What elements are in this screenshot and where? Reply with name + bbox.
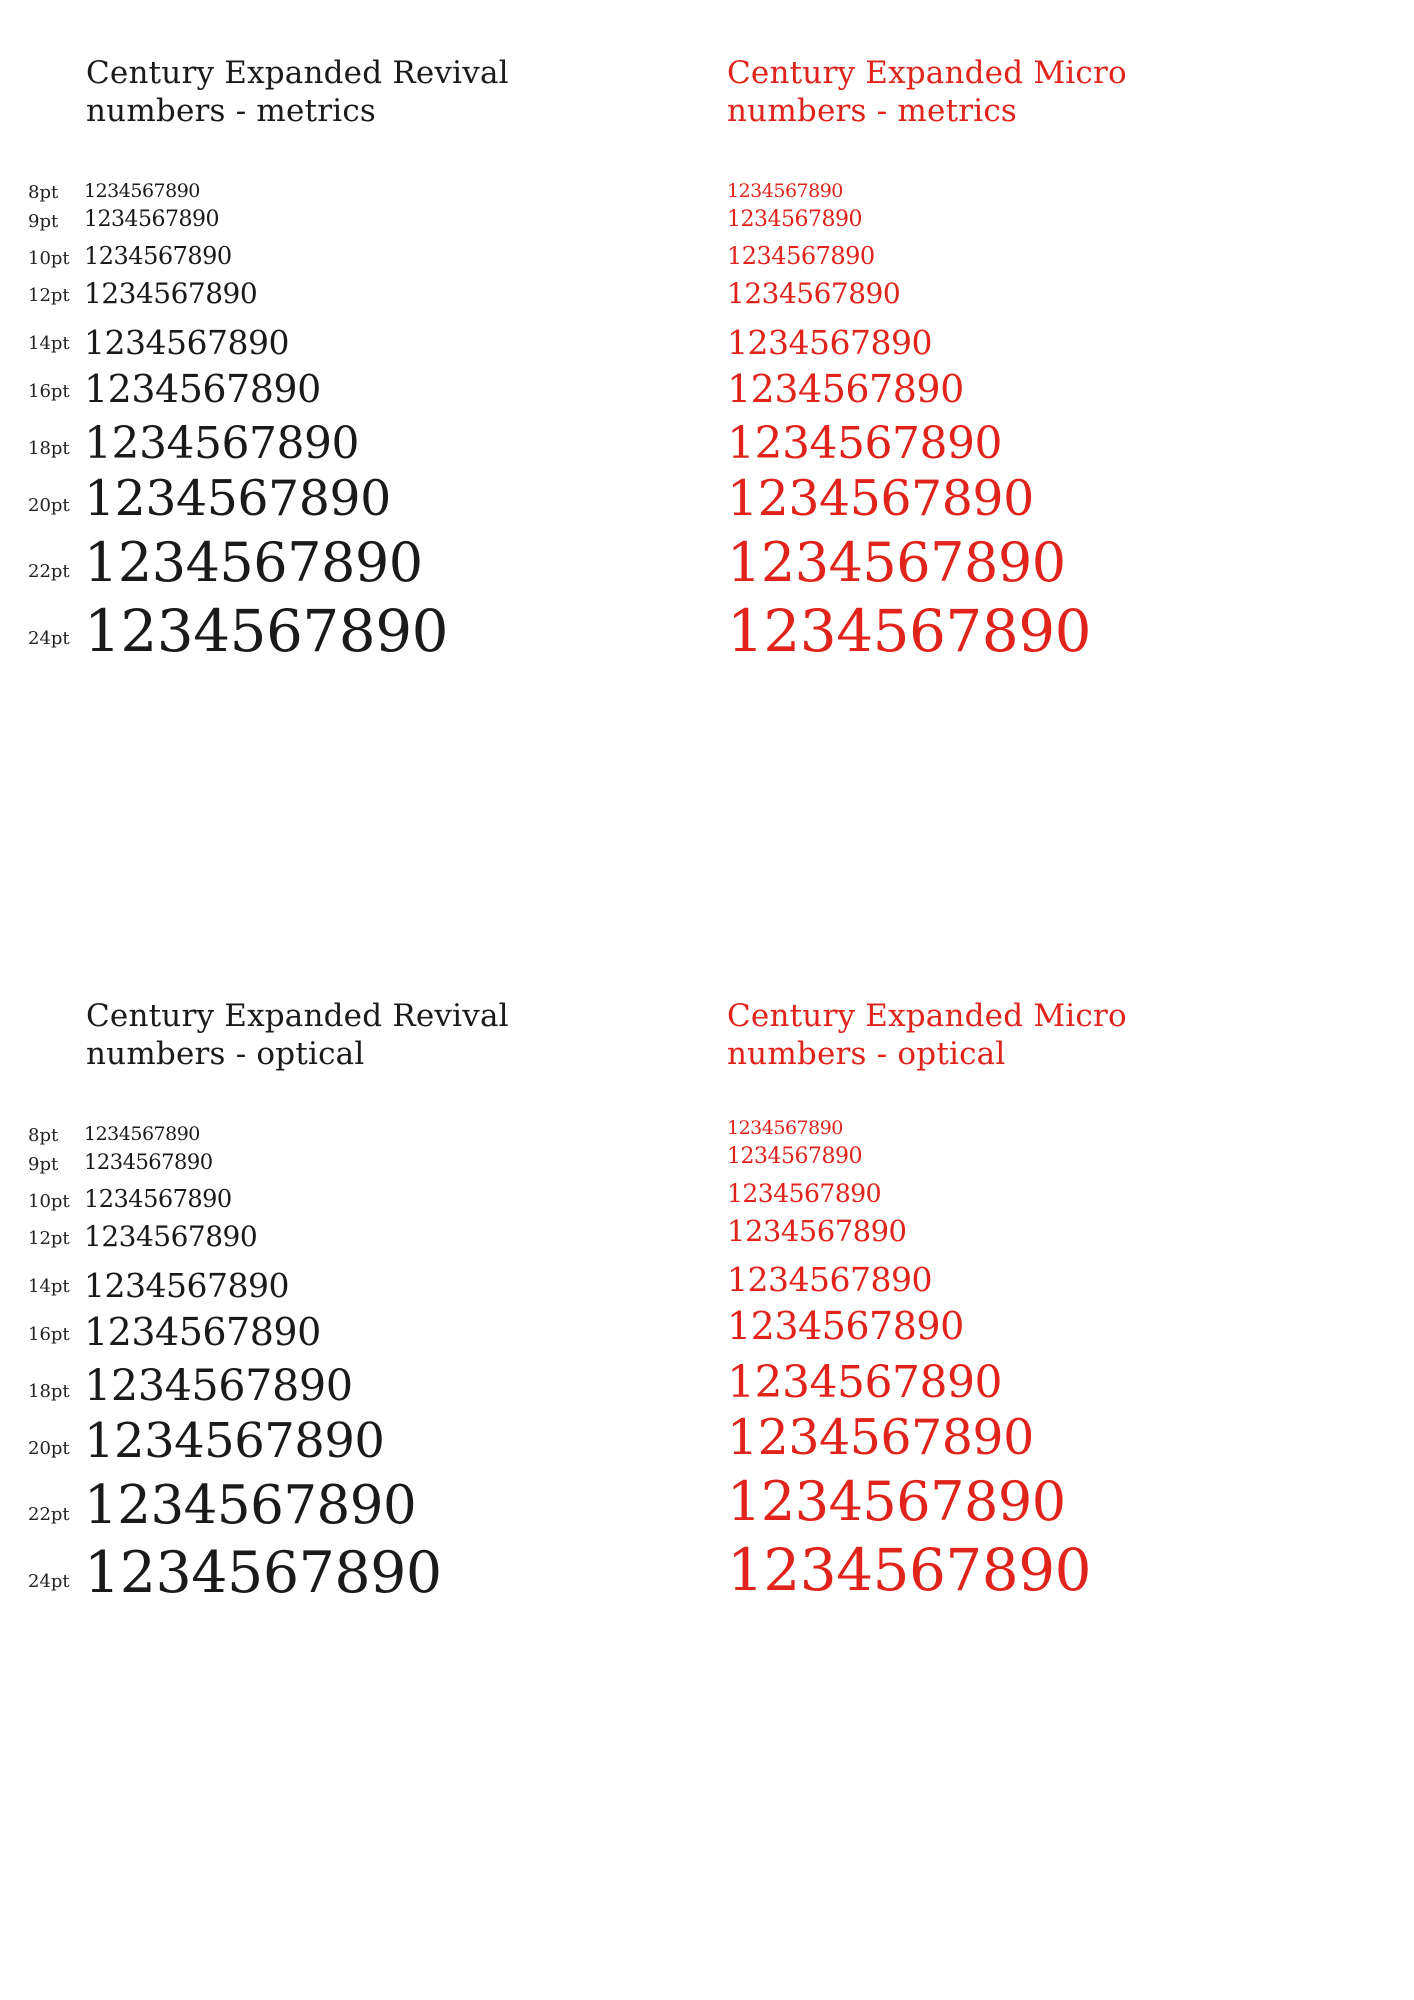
micro-optical-panel: Century Expanded Micro numbers - optical… xyxy=(727,945,1287,1645)
sample-digits: 1234567890 xyxy=(727,1409,1034,1466)
sample-digits: 1234567890 xyxy=(727,597,1092,665)
size-label: 22pt xyxy=(28,561,70,582)
size-label: 24pt xyxy=(28,1571,70,1592)
sample-digits: 1234567890 xyxy=(727,1470,1066,1533)
sample-digits: 1234567890 xyxy=(727,1260,932,1299)
sample-digits: 1234567890 xyxy=(84,470,391,527)
sample-digits: 1234567890 xyxy=(727,323,932,362)
revival-optical-subtitle: numbers - optical xyxy=(86,1036,365,1072)
size-label: 18pt xyxy=(28,438,70,459)
size-label: 12pt xyxy=(28,1228,70,1249)
sample-digits: 1234567890 xyxy=(727,1214,907,1248)
sample-digits: 1234567890 xyxy=(727,470,1034,527)
sample-digits: 1234567890 xyxy=(727,531,1066,594)
size-label: 22pt xyxy=(28,1504,70,1525)
size-label: 8pt xyxy=(28,182,59,203)
sample-digits: 1234567890 xyxy=(84,277,258,310)
micro-optical-subtitle: numbers - optical xyxy=(727,1036,1006,1072)
sample-digits: 1234567890 xyxy=(84,1123,200,1145)
micro-metrics-panel: Century Expanded Micro numbers - metrics… xyxy=(727,0,1287,700)
sample-digits: 1234567890 xyxy=(727,367,964,411)
sample-digits: 1234567890 xyxy=(84,597,449,665)
sample-digits: 1234567890 xyxy=(84,1540,442,1606)
sample-digits: 1234567890 xyxy=(84,367,321,411)
size-label: 16pt xyxy=(28,381,70,402)
sample-digits: 1234567890 xyxy=(84,1266,289,1305)
sample-digits: 1234567890 xyxy=(727,418,1002,469)
micro-optical-title: Century Expanded Micro xyxy=(727,998,1127,1034)
sample-digits: 1234567890 xyxy=(727,1357,1002,1408)
size-label: 12pt xyxy=(28,285,70,306)
sample-digits: 1234567890 xyxy=(727,1536,1092,1604)
sample-digits: 1234567890 xyxy=(84,418,359,469)
sample-digits: 1234567890 xyxy=(727,242,875,270)
sample-digits: 1234567890 xyxy=(727,1144,862,1169)
sample-digits: 1234567890 xyxy=(84,1310,321,1354)
size-label: 16pt xyxy=(28,1324,70,1345)
size-label: 8pt xyxy=(28,1125,59,1146)
size-label: 20pt xyxy=(28,1438,70,1459)
sample-digits: 1234567890 xyxy=(84,180,200,202)
sample-digits: 1234567890 xyxy=(727,180,843,202)
sample-digits: 1234567890 xyxy=(84,1185,232,1213)
sample-digits: 1234567890 xyxy=(727,1179,882,1208)
sample-digits: 1234567890 xyxy=(84,207,219,232)
sample-digits: 1234567890 xyxy=(84,1361,353,1411)
size-label: 14pt xyxy=(28,1276,70,1297)
sample-digits: 1234567890 xyxy=(84,1413,385,1469)
revival-metrics-panel: Century Expanded Revival numbers - metri… xyxy=(0,0,560,700)
sample-digits: 1234567890 xyxy=(727,1117,843,1139)
revival-metrics-title: Century Expanded Revival xyxy=(86,55,509,91)
sample-digits: 1234567890 xyxy=(84,242,232,270)
sample-digits: 1234567890 xyxy=(84,1475,417,1536)
sample-digits: 1234567890 xyxy=(84,1220,258,1253)
revival-optical-title: Century Expanded Revival xyxy=(86,998,509,1034)
revival-optical-panel: Century Expanded Revival numbers - optic… xyxy=(0,945,560,1645)
sample-digits: 1234567890 xyxy=(84,1150,213,1174)
size-label: 20pt xyxy=(28,495,70,516)
size-label: 24pt xyxy=(28,628,70,649)
size-label: 9pt xyxy=(28,211,59,232)
micro-metrics-title: Century Expanded Micro xyxy=(727,55,1127,91)
size-label: 10pt xyxy=(28,248,70,269)
sample-digits: 1234567890 xyxy=(727,277,901,310)
size-label: 9pt xyxy=(28,1154,59,1175)
size-label: 14pt xyxy=(28,333,70,354)
micro-metrics-subtitle: numbers - metrics xyxy=(727,93,1018,129)
size-label: 10pt xyxy=(28,1191,70,1212)
size-label: 18pt xyxy=(28,1381,70,1402)
sample-digits: 1234567890 xyxy=(84,323,289,362)
sample-digits: 1234567890 xyxy=(727,207,862,232)
sample-digits: 1234567890 xyxy=(727,1304,964,1348)
revival-metrics-subtitle: numbers - metrics xyxy=(86,93,377,129)
sample-digits: 1234567890 xyxy=(84,531,423,594)
